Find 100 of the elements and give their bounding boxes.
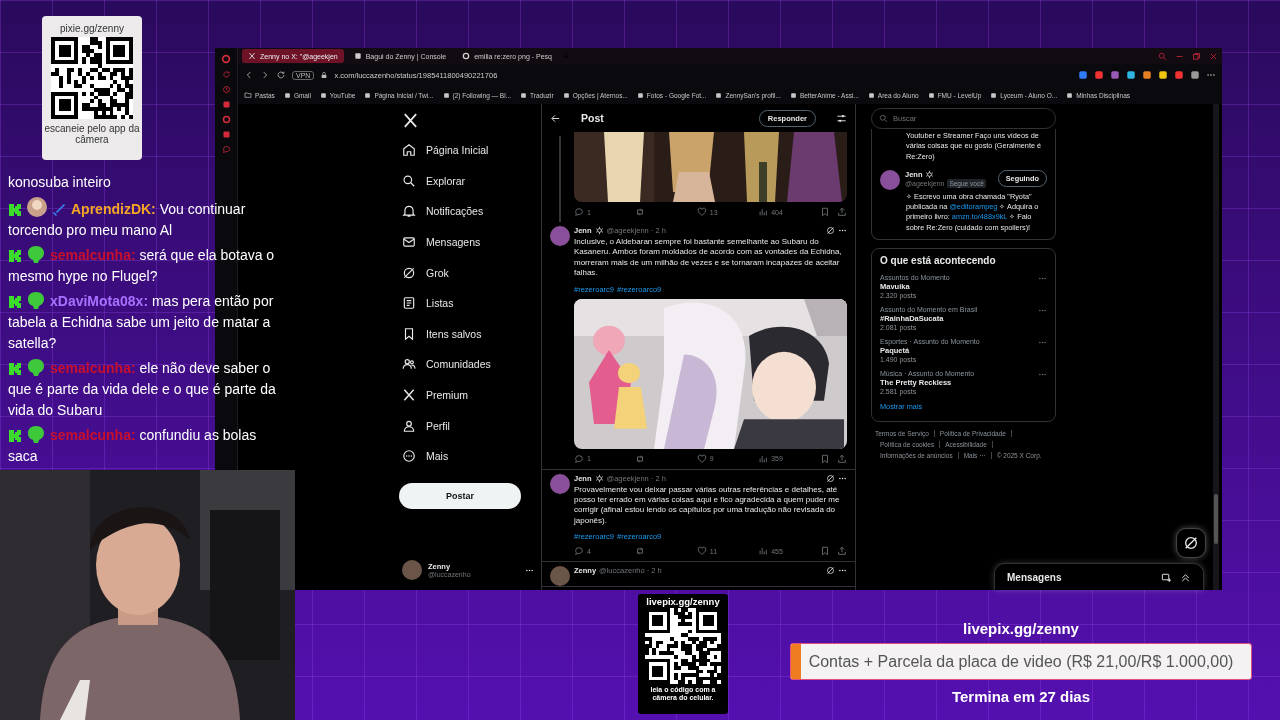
emote-icon bbox=[27, 425, 45, 443]
snowflake-badge-icon bbox=[594, 473, 604, 483]
chat-username[interactable]: xDaviMota08x: bbox=[50, 293, 149, 309]
chat-bubble-icon[interactable] bbox=[221, 145, 231, 154]
goal-url: livepix.gg/zenny bbox=[963, 620, 1079, 637]
restore-icon[interactable] bbox=[1192, 51, 1201, 61]
ring-logo-icon[interactable] bbox=[221, 54, 231, 64]
nav-item[interactable]: Listas bbox=[396, 287, 536, 319]
speed-dial-icon[interactable] bbox=[221, 85, 231, 94]
lock-icon bbox=[320, 71, 329, 79]
site-icon bbox=[442, 91, 450, 99]
views-icon[interactable] bbox=[758, 546, 769, 557]
nav-item[interactable]: Perfil bbox=[396, 410, 536, 441]
folder-icon bbox=[244, 91, 252, 99]
post-button[interactable]: Postar bbox=[399, 482, 521, 509]
bookmark-icon bbox=[402, 326, 416, 341]
new-message-icon[interactable] bbox=[1161, 571, 1172, 583]
site-icon bbox=[715, 91, 723, 99]
share-icon[interactable] bbox=[837, 546, 847, 557]
slashed-circle-icon[interactable] bbox=[826, 473, 835, 483]
badge-icon bbox=[8, 203, 22, 217]
goal-label: Contas + Parcela da placa de video (R$ 21,00/R$ 1.000,00) bbox=[808, 652, 1234, 671]
badge-icon bbox=[8, 249, 22, 263]
close-icon[interactable] bbox=[1209, 51, 1218, 61]
site-icon bbox=[867, 91, 875, 99]
app-icon[interactable] bbox=[221, 100, 231, 109]
avatar[interactable] bbox=[549, 473, 570, 494]
views-icon[interactable] bbox=[758, 207, 769, 217]
avatar-icon bbox=[27, 197, 47, 217]
search-icon[interactable] bbox=[1158, 51, 1167, 61]
search-icon bbox=[879, 114, 888, 123]
sword-icon bbox=[52, 203, 66, 217]
nav-item[interactable]: Premium bbox=[396, 379, 536, 411]
tab-icon bbox=[462, 52, 471, 60]
badge-icon bbox=[8, 362, 22, 376]
bell-icon bbox=[402, 204, 416, 219]
post-text: Provavelmente vou deixar passar várias outras referências e detalhes, até posso ter errado em várias coisas aqui e fico agradecida a quem puder me corrigir (afinal estou lendo os capítulos por uma tradução não revisada do japonês). bbox=[574, 484, 841, 527]
section-title: O que está acontecendo bbox=[880, 255, 997, 267]
nav-item[interactable]: Comunidades bbox=[396, 349, 536, 380]
avatar[interactable] bbox=[549, 226, 570, 246]
sync-icon[interactable] bbox=[221, 70, 231, 79]
person-icon bbox=[402, 418, 416, 433]
heart-icon[interactable] bbox=[696, 453, 707, 464]
repost-icon[interactable] bbox=[635, 546, 646, 557]
heart-icon[interactable] bbox=[696, 207, 707, 217]
slashed-circle-icon[interactable] bbox=[826, 226, 835, 235]
expand-icon[interactable] bbox=[1180, 571, 1191, 583]
views-icon[interactable] bbox=[758, 453, 769, 464]
chat-message: semalcunha: confundiu as bolas saca bbox=[8, 425, 258, 466]
home-icon bbox=[402, 143, 416, 158]
avatar[interactable] bbox=[549, 566, 570, 587]
envelope-icon bbox=[402, 235, 416, 250]
nav-item[interactable]: Grok bbox=[396, 257, 536, 288]
x-logo-icon[interactable] bbox=[402, 112, 419, 129]
app-icon[interactable] bbox=[221, 130, 231, 139]
badge-icon bbox=[8, 295, 22, 309]
list-icon bbox=[402, 296, 416, 311]
nav-item[interactable]: Mais bbox=[396, 440, 536, 472]
reply-icon[interactable] bbox=[574, 207, 584, 217]
repost-icon[interactable] bbox=[635, 453, 646, 464]
reply-icon[interactable] bbox=[574, 453, 584, 464]
slashed-circle-icon bbox=[402, 265, 416, 280]
forward-icon[interactable] bbox=[260, 70, 270, 80]
back-icon[interactable] bbox=[244, 70, 254, 80]
avatar[interactable] bbox=[402, 560, 422, 580]
back-arrow-icon[interactable] bbox=[550, 112, 561, 124]
repost-icon[interactable] bbox=[635, 207, 646, 217]
chat-username[interactable]: AprendizDK: bbox=[71, 201, 156, 217]
avatar[interactable] bbox=[880, 169, 900, 190]
site-icon bbox=[520, 91, 528, 99]
snowflake-badge-icon bbox=[924, 169, 934, 179]
site-icon bbox=[636, 91, 644, 99]
messages-drawer[interactable]: Mensagens bbox=[994, 563, 1204, 590]
tab-icon bbox=[248, 52, 256, 60]
nav-item[interactable]: Mensagens bbox=[396, 226, 536, 258]
site-icon bbox=[319, 91, 327, 99]
nav-item[interactable]: Itens salvos bbox=[396, 318, 536, 350]
heart-icon[interactable] bbox=[696, 546, 707, 557]
chat-message: xDaviMota08x: mas pera então por tabela a Echidna sabe um jeito de matar a satella? bbox=[8, 291, 275, 353]
grok-button[interactable] bbox=[1176, 528, 1206, 558]
site-icon bbox=[927, 91, 935, 99]
slashed-circle-icon[interactable] bbox=[826, 566, 835, 576]
nav-item[interactable]: Página Inicial bbox=[396, 135, 536, 166]
bookmark-icon[interactable] bbox=[819, 453, 830, 464]
circle-icon[interactable] bbox=[221, 115, 231, 124]
search-icon bbox=[402, 173, 416, 188]
reply-icon[interactable] bbox=[574, 546, 584, 557]
sliders-icon[interactable] bbox=[836, 112, 847, 124]
x-icon bbox=[402, 388, 416, 403]
bookmark-icon[interactable] bbox=[819, 207, 830, 217]
badge-icon bbox=[8, 429, 22, 443]
scrollbar[interactable] bbox=[1213, 104, 1219, 590]
nav-item[interactable]: Notificações bbox=[396, 196, 536, 227]
nav-item[interactable]: Explorar bbox=[396, 165, 536, 197]
more-icon bbox=[402, 449, 416, 464]
chat-message: semalcunha: será que ela botava o mesmo hype no Flugel? bbox=[8, 245, 276, 286]
reload-icon[interactable] bbox=[276, 70, 286, 80]
bookmark-icon[interactable] bbox=[819, 546, 830, 557]
share-icon[interactable] bbox=[837, 453, 847, 464]
share-icon[interactable] bbox=[837, 207, 847, 217]
